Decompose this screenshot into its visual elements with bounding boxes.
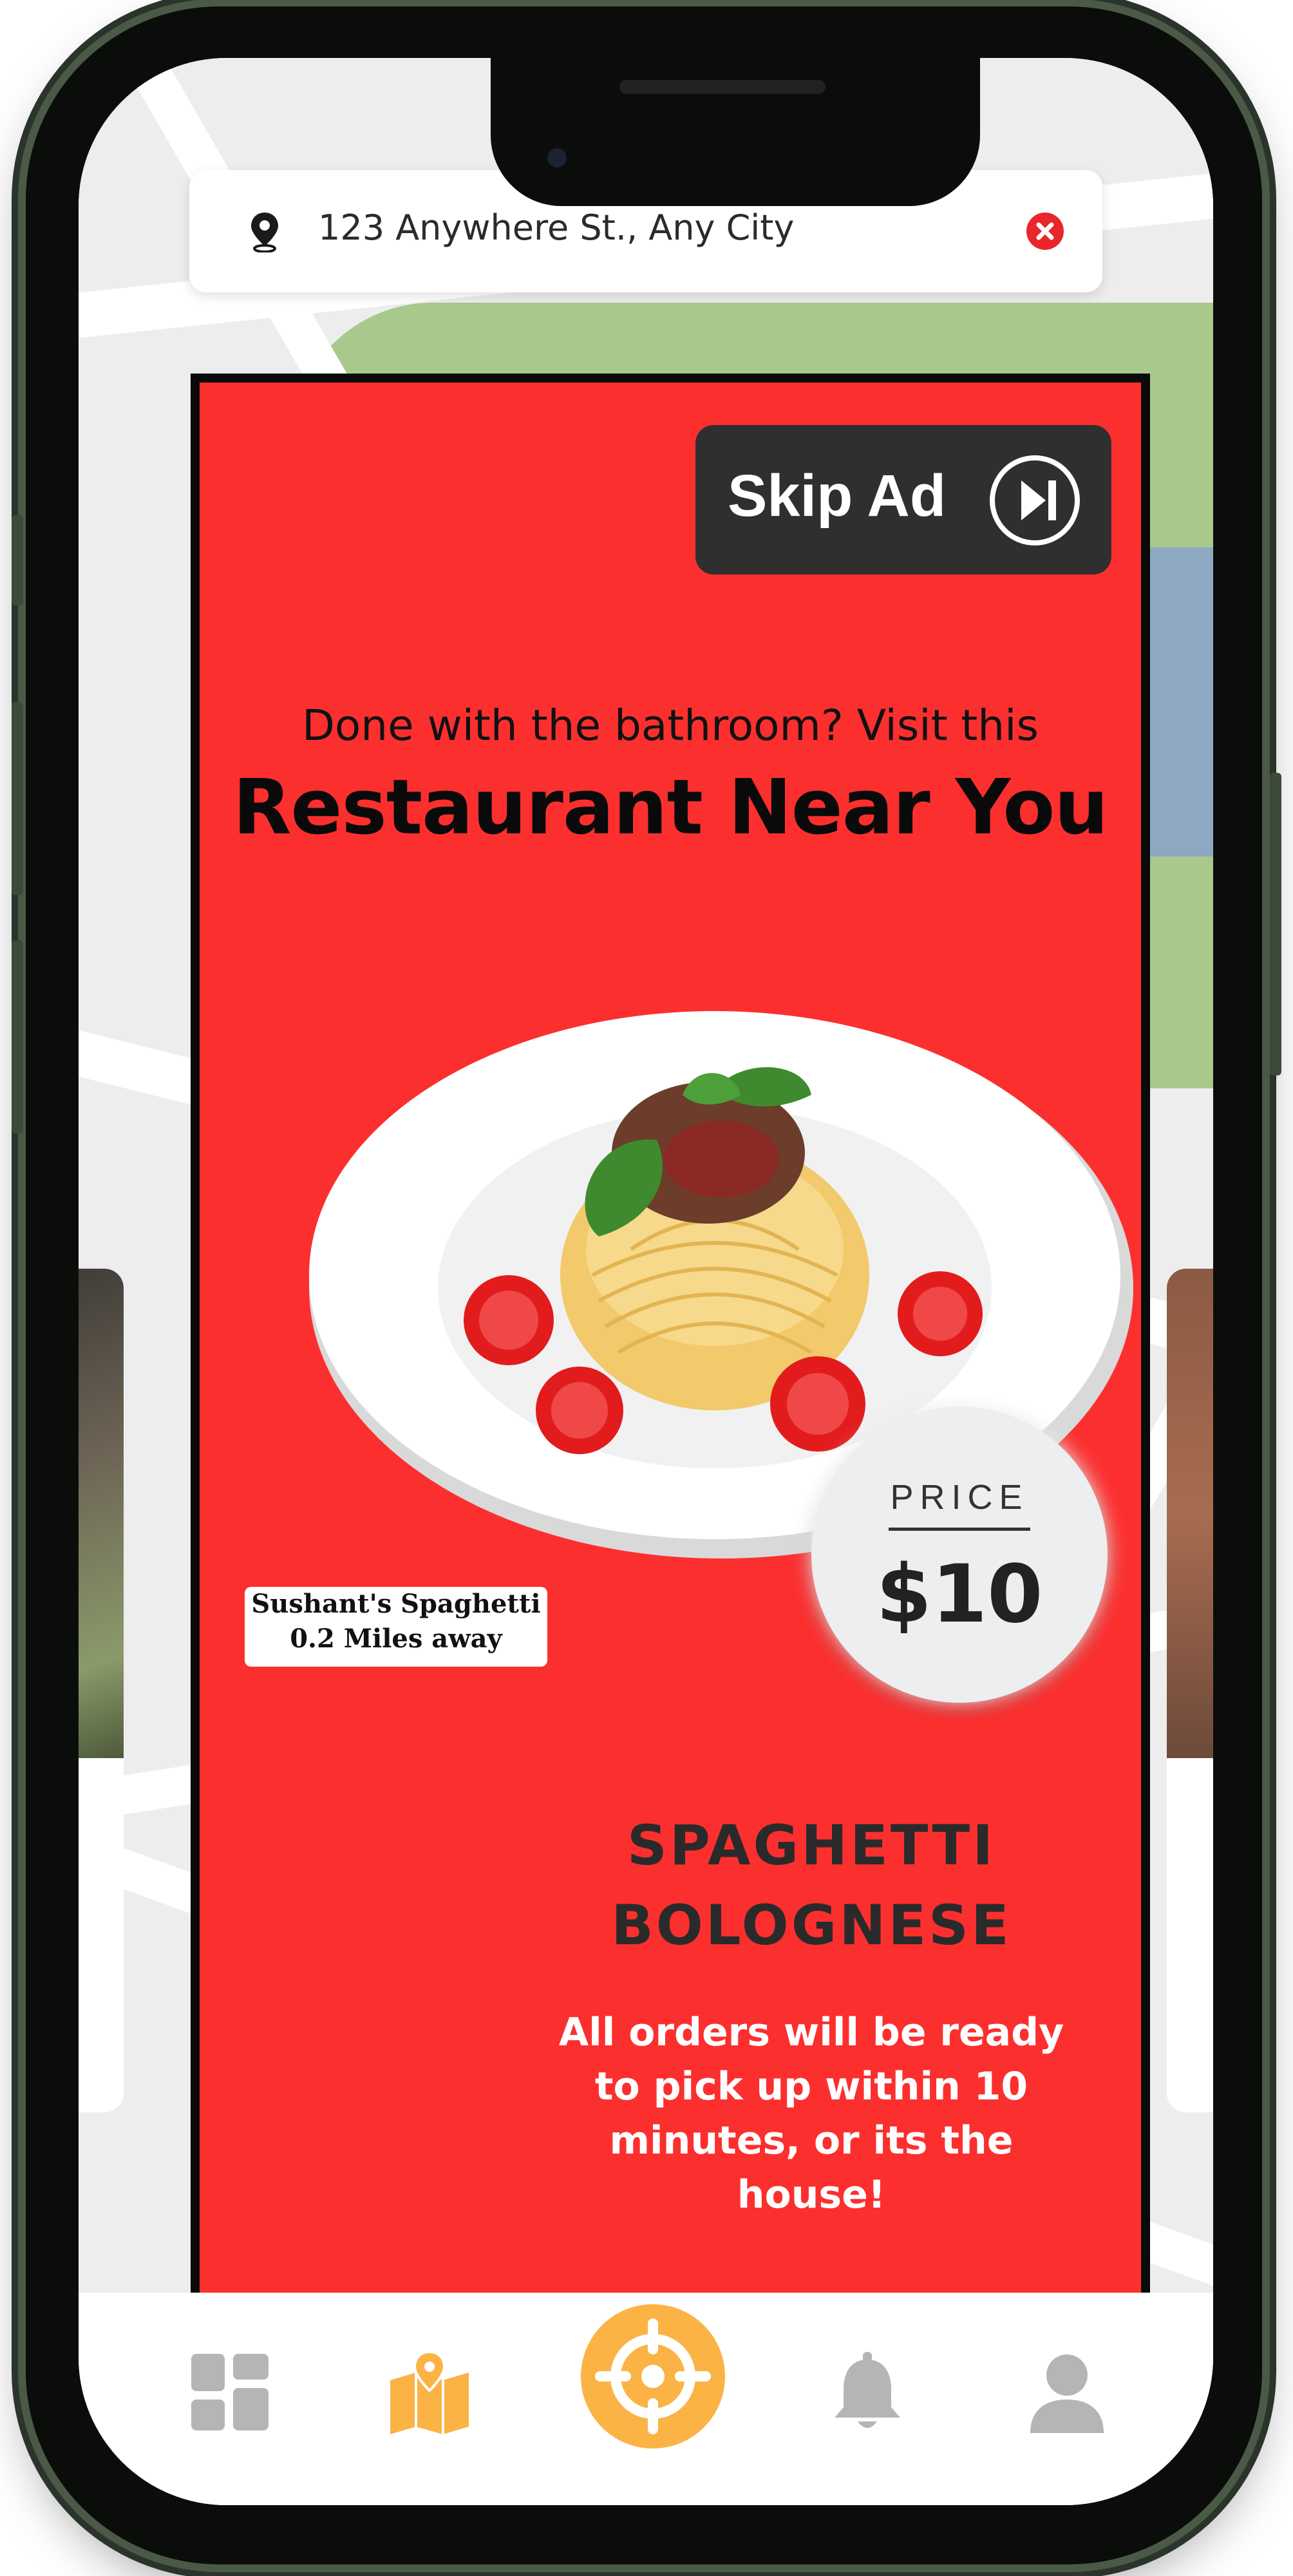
restaurant-name: Sushant's Spaghetti [251, 1589, 541, 1619]
locate-target-icon [595, 2318, 711, 2434]
address-text[interactable]: 123 Anywhere St., Any City [318, 207, 794, 248]
phone-screen: 123 Anywhere St., Any City Skip Ad Done … [79, 58, 1213, 2505]
price-divider [889, 1528, 1030, 1531]
restaurant-distance: 0.2 Miles away [290, 1624, 502, 1654]
locate-me-button[interactable] [581, 2304, 725, 2448]
power-button [1270, 773, 1281, 1075]
advertisement-banner[interactable]: Skip Ad Done with the bathroom? Visit th… [191, 374, 1150, 2302]
ad-promo-text: All orders will be ready to pick up with… [547, 2005, 1075, 2222]
promo-line: to pick up within 10 [594, 2064, 1028, 2109]
volume-down-button [12, 940, 23, 1133]
promo-line: minutes, or its the house! [609, 2118, 1014, 2217]
front-camera [547, 148, 567, 167]
location-card-photo [1167, 1269, 1213, 1758]
skip-ad-label: Skip Ad [728, 463, 947, 529]
user-profile-icon[interactable] [1025, 2351, 1109, 2434]
skip-ad-button[interactable]: Skip Ad [695, 425, 1111, 574]
map-pin-icon [251, 213, 278, 252]
ad-tagline: Done with the bathroom? Visit this [302, 701, 1039, 750]
map-icon[interactable] [388, 2351, 471, 2434]
restaurant-tag: Sushant's Spaghetti 0.2 Miles away [245, 1587, 547, 1667]
location-card-right[interactable] [1167, 1269, 1213, 2112]
dish-name-line: SPAGHETTI [627, 1814, 996, 1878]
location-card-photo [79, 1269, 124, 1758]
price-label: PRICE [890, 1478, 1029, 1517]
volume-up-button [12, 702, 23, 895]
promo-line: All orders will be ready [558, 2010, 1064, 2055]
dish-name: SPAGHETTI BOLOGNESE [560, 1806, 1062, 1965]
speaker [619, 80, 826, 94]
ad-title: Restaurant Near You [232, 762, 1109, 851]
dish-name-line: BOLOGNESE [611, 1893, 1012, 1958]
dashboard-grid-icon[interactable] [188, 2351, 272, 2434]
location-card-left[interactable] [79, 1269, 124, 2112]
price-badge: PRICE $10 [811, 1406, 1108, 1703]
side-button [12, 515, 23, 605]
close-circle-icon[interactable] [1026, 213, 1064, 250]
skip-next-icon [990, 455, 1080, 545]
price-value: $10 [876, 1548, 1043, 1641]
bell-icon[interactable] [826, 2351, 909, 2434]
